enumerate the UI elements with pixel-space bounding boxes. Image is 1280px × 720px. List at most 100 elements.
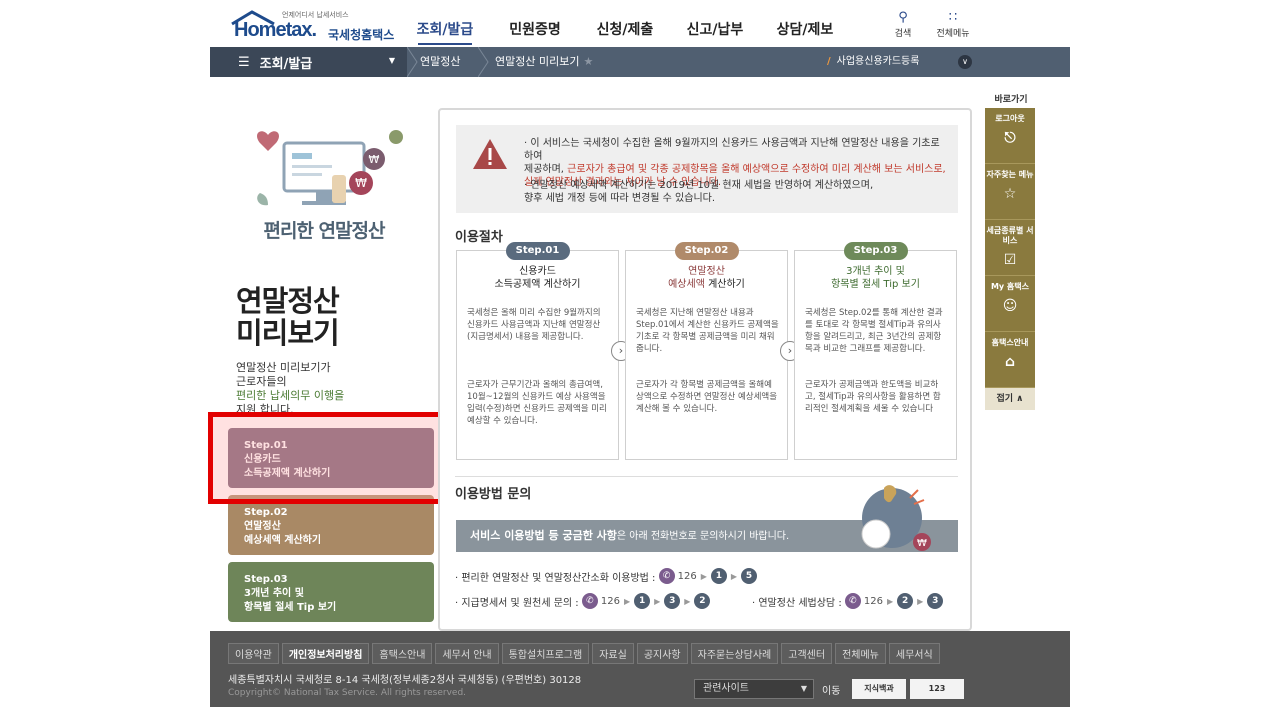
quick-guide-label: 홈택스안내 bbox=[991, 338, 1029, 347]
step2-estimated-tax-button[interactable]: Step.02 연말정산 예상세액 계산하기 bbox=[228, 495, 434, 555]
arrow-right-icon: ▶ bbox=[917, 596, 924, 606]
left-panel: ₩ ₩ 편리한 연말정산 연말정산 미리보기 연말정산 미리보기가 근로자들의 … bbox=[210, 77, 438, 631]
step3-tax-tip-button[interactable]: Step.03 3개년 추이 및 항목별 절세 Tip 보기 bbox=[228, 562, 434, 622]
footer-address: 세종특별자치시 국세청로 8-14 국세청(정부세종2청사 국세청동) (우편번… bbox=[228, 675, 582, 686]
inquiry-line-simplified: · 편리한 연말정산 및 연말정산간소화 이용방법 : ✆ 126 ▶ 1 ▶ … bbox=[455, 567, 758, 585]
notice-text-1b: 제공하며, bbox=[524, 164, 568, 175]
phone-number: 126 bbox=[677, 570, 697, 582]
footer-link-terms[interactable]: 이용약관 bbox=[228, 643, 279, 664]
checkbox-icon: ☑ bbox=[1003, 252, 1017, 268]
inquiry-line2-label: · 지급명세서 및 원천세 문의 : bbox=[455, 597, 579, 609]
step1-highlight-box bbox=[208, 412, 448, 504]
footer: 이용약관 개인정보처리방침 홈택스안내 세무서 안내 통합설치프로그램 자료실 … bbox=[210, 631, 1070, 707]
allmenu-button[interactable]: ∷ 전체메뉴 bbox=[928, 10, 978, 39]
slash-icon: / bbox=[827, 56, 831, 67]
star-icon: ☆ bbox=[1003, 186, 1017, 202]
page-title: 연말정산 미리보기 bbox=[236, 285, 340, 350]
procedure-step3-title: 3개년 추이 및 항목별 절세 Tip 보기 bbox=[795, 265, 956, 291]
main-content: · 이 서비스는 국세청이 수집한 올해 9월까지의 신용카드 사용금액과 지난… bbox=[438, 108, 972, 631]
location-bar: ☰ 조회/발급 ▼ 연말정산 연말정산 미리보기 ★ / 사업용신용카드등록 ∨ bbox=[210, 47, 1070, 77]
lnb-menu-label: 조회/발급 bbox=[259, 56, 313, 72]
quick-favorite-menu-button[interactable]: 자주찾는 메뉴 ☆ bbox=[985, 164, 1035, 220]
step3-button-line1: 3개년 추이 및 bbox=[244, 588, 304, 599]
procedure-step3-text-2: 근로자가 공제금액과 한도액을 비교하고, 절세Tip과 유의사항을 활용하면 … bbox=[805, 380, 941, 414]
breadcrumb-separator-icon bbox=[407, 47, 418, 77]
page-title-line2: 미리보기 bbox=[236, 316, 340, 350]
knowledge-badge[interactable]: 지식백과 bbox=[852, 679, 906, 699]
logo-korean: 국세청홈택스 bbox=[328, 28, 395, 42]
footer-link-notice[interactable]: 공지사항 bbox=[636, 643, 688, 664]
procedure-step3-title-line1: 3개년 추이 및 bbox=[846, 266, 905, 277]
footer-link-tax-forms[interactable]: 세무서식 bbox=[888, 643, 940, 664]
step2-button-line1: 연말정산 bbox=[244, 521, 281, 532]
procedure-heading: 이용절차 bbox=[455, 230, 503, 245]
footer-link-install[interactable]: 통합설치프로그램 bbox=[501, 643, 590, 664]
menu-number-2: 2 bbox=[897, 593, 914, 609]
procedure-step2-title-highlight: 예상세액 bbox=[668, 279, 705, 290]
quick-logout-button[interactable]: 로그아웃 ⎋ bbox=[985, 108, 1035, 164]
svg-text:₩: ₩ bbox=[355, 176, 367, 190]
search-button[interactable]: ⚲ 검색 bbox=[878, 10, 928, 39]
quick-tax-type-label: 세금종류별 서비스 bbox=[986, 226, 1034, 245]
number-badge[interactable]: 123 bbox=[910, 679, 964, 699]
description-line2: 근로자들의 bbox=[236, 375, 287, 388]
footer-link-guide[interactable]: 홈택스안내 bbox=[372, 643, 433, 664]
gnb-item-application[interactable]: 신청/제출 bbox=[580, 0, 670, 47]
procedure-step3-badge: Step.03 bbox=[843, 242, 908, 260]
notice-text-1a: · 이 서비스는 국세청이 수집한 올해 9월까지의 신용카드 사용금액과 지난… bbox=[524, 138, 940, 162]
go-button[interactable]: 이동 bbox=[822, 682, 840, 697]
footer-link-archive[interactable]: 자료실 bbox=[592, 643, 634, 664]
breadcrumb-preview[interactable]: 연말정산 미리보기 ★ bbox=[495, 47, 593, 77]
quick-tax-type-button[interactable]: 세금종류별 서비스 ☑ bbox=[985, 220, 1035, 276]
phone-number: 126 bbox=[863, 595, 883, 607]
footer-link-privacy[interactable]: 개인정보처리방침 bbox=[281, 643, 370, 664]
breadcrumb-year-end[interactable]: 연말정산 bbox=[420, 47, 460, 77]
search-label: 검색 bbox=[894, 29, 912, 39]
procedure-step1-text-2: 근로자가 근무기간과 올해의 총급여액, 10월~12월의 신용카드 예상 사용… bbox=[467, 380, 607, 426]
lnb-menu-button[interactable]: ☰ 조회/발급 ▼ bbox=[210, 47, 407, 77]
business-card-link[interactable]: / 사업용신용카드등록 bbox=[827, 47, 919, 77]
related-sites-select[interactable]: 관련사이트 ▼ bbox=[694, 679, 814, 699]
notice-text-2b: 향후 세법 개정 등에 따라 변경될 수 있습니다. bbox=[524, 193, 716, 204]
caret-down-icon: ▼ bbox=[388, 56, 395, 65]
arrow-right-icon: ▶ bbox=[684, 596, 691, 606]
chevron-down-icon[interactable]: ∨ bbox=[958, 55, 972, 69]
menu-number-3: 3 bbox=[927, 593, 944, 609]
footer-link-all-menu[interactable]: 전체메뉴 bbox=[835, 643, 886, 664]
quick-favorite-label: 자주찾는 메뉴 bbox=[986, 170, 1034, 179]
menu-number-5: 5 bbox=[741, 568, 758, 584]
procedure-step1-box: Step.01 신용카드 소득공제액 계산하기 국세청은 올해 미리 수집한 9… bbox=[456, 242, 619, 460]
footer-link-customer-center[interactable]: 고객센터 bbox=[781, 643, 833, 664]
arrow-right-icon: ▶ bbox=[886, 596, 894, 606]
menu-number-1: 1 bbox=[634, 593, 651, 609]
hamburger-icon: ☰ bbox=[238, 54, 250, 70]
quick-hometax-guide-button[interactable]: 홈택스안내 ⌂ bbox=[985, 332, 1035, 388]
inquiry-line1-label: · 편리한 연말정산 및 연말정산간소화 이용방법 : bbox=[455, 572, 656, 584]
quick-my-hometax-button[interactable]: My 홈택스 ☺ bbox=[985, 276, 1035, 332]
procedure-step1-title-line1: 신용카드 bbox=[519, 266, 556, 277]
step2-button-line2: 예상세액 계산하기 bbox=[244, 535, 322, 546]
footer-link-faq[interactable]: 자주묻는상담사례 bbox=[690, 643, 779, 664]
footer-link-tax-office[interactable]: 세무서 안내 bbox=[435, 643, 499, 664]
breadcrumb-separator-icon bbox=[478, 47, 489, 77]
gnb-item-inquiry[interactable]: 조회/발급 bbox=[400, 0, 490, 47]
quick-close-label: 접기 bbox=[996, 394, 1014, 404]
procedure-step3-title-line2: 항목별 절세 Tip 보기 bbox=[831, 279, 920, 290]
quick-logout-label: 로그아웃 bbox=[995, 114, 1025, 123]
inquiry-line-withholding: · 지급명세서 및 원천세 문의 : ✆ 126 ▶ 1 ▶ 3 ▶ 2 bbox=[455, 592, 711, 610]
procedure-step2-badge: Step.02 bbox=[674, 242, 739, 260]
star-icon[interactable]: ★ bbox=[583, 55, 593, 68]
gnb-item-certificate[interactable]: 민원증명 bbox=[490, 0, 580, 47]
step3-button-num: Step.03 bbox=[244, 574, 288, 585]
gnb-item-consult[interactable]: 상담/제보 bbox=[760, 0, 850, 47]
quick-menu: 바로가기 로그아웃 ⎋ 자주찾는 메뉴 ☆ 세금종류별 서비스 ☑ My 홈택스… bbox=[985, 92, 1037, 410]
footer-copyright: Copyright© National Tax Service. All rig… bbox=[228, 688, 467, 698]
notice-text-1c: 근로자가 총급여 및 각종 공제항목을 올해 예상액으로 수정하여 미리 계산해… bbox=[567, 164, 946, 175]
gnb-item-report[interactable]: 신고/납부 bbox=[670, 0, 760, 47]
arrow-right-icon: ▶ bbox=[623, 596, 631, 606]
hometax-logo[interactable]: 언제어디서 납세서비스 Hometax. 국세청홈택스 bbox=[230, 8, 400, 42]
search-icon: ⚲ bbox=[898, 10, 908, 25]
convenient-year-end-heading: 편리한 연말정산 bbox=[263, 220, 386, 242]
quick-close-button[interactable]: 접기 ∧ bbox=[985, 388, 1035, 410]
footer-links: 이용약관 개인정보처리방침 홈택스안내 세무서 안내 통합설치프로그램 자료실 … bbox=[228, 643, 943, 664]
